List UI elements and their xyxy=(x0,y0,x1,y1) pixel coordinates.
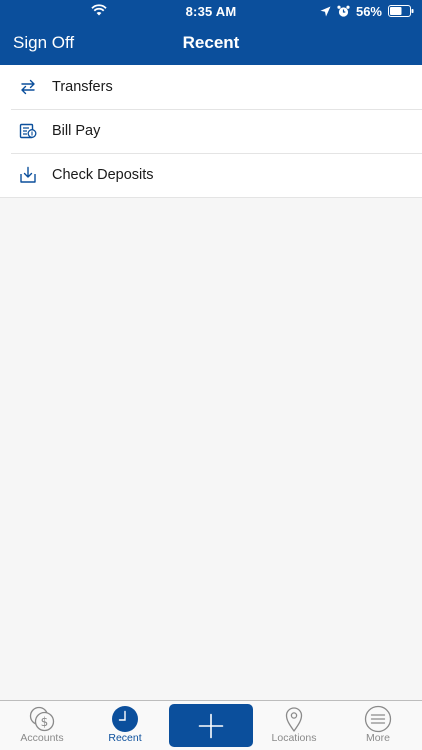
tab-accounts[interactable]: $ Accounts xyxy=(0,701,84,750)
list-item-label: Transfers xyxy=(52,79,113,95)
tab-bar: $ Accounts Recent Locations More xyxy=(0,700,422,750)
page-title: Recent xyxy=(182,33,240,52)
header: 8:35 AM 56% Sign Off Recent xyxy=(0,0,422,65)
plus-icon xyxy=(198,713,224,738)
tab-label: Locations xyxy=(271,732,317,744)
recent-list: Transfers Bill Pay Check Deposits xyxy=(0,65,422,198)
download-tray-icon xyxy=(20,166,36,183)
location-arrow-icon xyxy=(320,6,331,16)
add-button[interactable] xyxy=(169,704,253,747)
bill-pay-icon xyxy=(19,123,37,139)
clock-icon xyxy=(112,706,138,732)
map-pin-icon xyxy=(285,707,303,732)
status-indicators: 56% xyxy=(320,3,414,19)
transfer-arrows-icon xyxy=(21,79,35,95)
menu-lines-icon xyxy=(364,705,392,733)
svg-text:$: $ xyxy=(41,715,49,729)
list-item-check-deposits[interactable]: Check Deposits xyxy=(0,153,422,197)
dollar-coins-icon: $ xyxy=(29,706,55,732)
tab-more[interactable]: More xyxy=(336,701,420,750)
status-bar: 8:35 AM 56% xyxy=(0,0,422,22)
list-item-label: Check Deposits xyxy=(52,167,154,183)
tab-label: Recent xyxy=(108,732,142,744)
battery-icon xyxy=(388,5,414,17)
tab-label: More xyxy=(366,732,390,744)
nav-bar: Sign Off Recent xyxy=(0,22,422,65)
battery-percent: 56% xyxy=(355,3,382,19)
app-screen: 8:35 AM 56% Sign Off Recent Transfers Bi… xyxy=(0,0,422,750)
alarm-clock-icon xyxy=(337,5,350,17)
list-divider xyxy=(0,197,422,198)
list-item-label: Bill Pay xyxy=(52,123,101,139)
tab-locations[interactable]: Locations xyxy=(252,701,336,750)
tab-label: Accounts xyxy=(20,732,64,744)
list-item-transfers[interactable]: Transfers xyxy=(0,65,422,109)
tab-recent[interactable]: Recent xyxy=(83,701,167,750)
list-item-bill-pay[interactable]: Bill Pay xyxy=(0,109,422,153)
